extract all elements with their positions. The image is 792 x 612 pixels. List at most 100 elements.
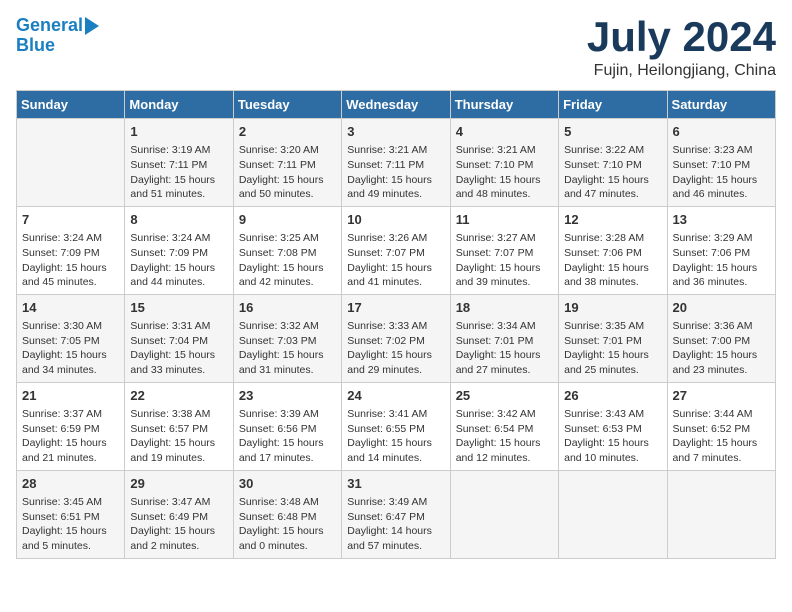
calendar-cell: 11 Sunrise: 3:27 AM Sunset: 7:07 PM Dayli… <box>450 206 558 294</box>
header-cell-tuesday: Tuesday <box>233 91 341 119</box>
calendar-cell: 1Sunrise: 3:19 AM Sunset: 7:11 PM Daylig… <box>125 119 233 207</box>
day-number: 3 <box>347 123 444 141</box>
day-number: 5 <box>564 123 661 141</box>
calendar-cell: 14 Sunrise: 3:30 AM Sunset: 7:05 PM Dayli… <box>17 294 125 382</box>
calendar-cell: 2 Sunrise: 3:20 AM Sunset: 7:11 PM Daylig… <box>233 119 341 207</box>
day-info: Sunrise: 3:27 AM Sunset: 7:07 PM Dayligh… <box>456 231 553 290</box>
calendar-cell: 29 Sunrise: 3:47 AM Sunset: 6:49 PM Dayli… <box>125 470 233 558</box>
day-info: Sunrise: 3:31 AM Sunset: 7:04 PM Dayligh… <box>130 319 227 378</box>
week-row-5: 28 Sunrise: 3:45 AM Sunset: 6:51 PM Dayli… <box>17 470 776 558</box>
day-info: Sunrise: 3:33 AM Sunset: 7:02 PM Dayligh… <box>347 319 444 378</box>
calendar-cell: 3 Sunrise: 3:21 AM Sunset: 7:11 PM Daylig… <box>342 119 450 207</box>
month-title: July 2024 <box>587 16 776 58</box>
day-info: Sunrise: 3:44 AM Sunset: 6:52 PM Dayligh… <box>673 407 770 466</box>
day-info: Sunrise: 3:47 AM Sunset: 6:49 PM Dayligh… <box>130 495 227 554</box>
day-number: 9 <box>239 211 336 229</box>
day-info: Sunrise: 3:37 AM Sunset: 6:59 PM Dayligh… <box>22 407 119 466</box>
day-info: Sunrise: 3:22 AM Sunset: 7:10 PM Dayligh… <box>564 143 661 202</box>
day-info: Sunrise: 3:24 AM Sunset: 7:09 PM Dayligh… <box>130 231 227 290</box>
day-number: 1 <box>130 123 227 141</box>
day-info: Sunrise: 3:23 AM Sunset: 7:10 PM Dayligh… <box>673 143 770 202</box>
day-info: Sunrise: 3:41 AM Sunset: 6:55 PM Dayligh… <box>347 407 444 466</box>
calendar-cell: 19Sunrise: 3:35 AM Sunset: 7:01 PM Dayli… <box>559 294 667 382</box>
day-info: Sunrise: 3:26 AM Sunset: 7:07 PM Dayligh… <box>347 231 444 290</box>
header-row: SundayMondayTuesdayWednesdayThursdayFrid… <box>17 91 776 119</box>
calendar-cell <box>450 470 558 558</box>
calendar-cell: 13 Sunrise: 3:29 AM Sunset: 7:06 PM Dayli… <box>667 206 775 294</box>
calendar-cell: 26Sunrise: 3:43 AM Sunset: 6:53 PM Dayli… <box>559 382 667 470</box>
day-number: 6 <box>673 123 770 141</box>
day-number: 23 <box>239 387 336 405</box>
day-number: 31 <box>347 475 444 493</box>
day-number: 4 <box>456 123 553 141</box>
day-number: 24 <box>347 387 444 405</box>
calendar-cell <box>559 470 667 558</box>
calendar-cell: 16Sunrise: 3:32 AM Sunset: 7:03 PM Dayli… <box>233 294 341 382</box>
day-info: Sunrise: 3:20 AM Sunset: 7:11 PM Dayligh… <box>239 143 336 202</box>
day-info: Sunrise: 3:42 AM Sunset: 6:54 PM Dayligh… <box>456 407 553 466</box>
day-number: 20 <box>673 299 770 317</box>
day-number: 11 <box>456 211 553 229</box>
logo-arrow-icon <box>85 17 99 35</box>
day-info: Sunrise: 3:36 AM Sunset: 7:00 PM Dayligh… <box>673 319 770 378</box>
day-number: 16 <box>239 299 336 317</box>
day-number: 2 <box>239 123 336 141</box>
logo: General Blue <box>16 16 99 56</box>
calendar-cell <box>17 119 125 207</box>
day-info: Sunrise: 3:29 AM Sunset: 7:06 PM Dayligh… <box>673 231 770 290</box>
week-row-1: 1Sunrise: 3:19 AM Sunset: 7:11 PM Daylig… <box>17 119 776 207</box>
header-cell-wednesday: Wednesday <box>342 91 450 119</box>
calendar-cell <box>667 470 775 558</box>
day-info: Sunrise: 3:39 AM Sunset: 6:56 PM Dayligh… <box>239 407 336 466</box>
day-info: Sunrise: 3:30 AM Sunset: 7:05 PM Dayligh… <box>22 319 119 378</box>
calendar-cell: 21 Sunrise: 3:37 AM Sunset: 6:59 PM Dayli… <box>17 382 125 470</box>
day-info: Sunrise: 3:49 AM Sunset: 6:47 PM Dayligh… <box>347 495 444 554</box>
header-cell-friday: Friday <box>559 91 667 119</box>
day-number: 28 <box>22 475 119 493</box>
day-info: Sunrise: 3:24 AM Sunset: 7:09 PM Dayligh… <box>22 231 119 290</box>
day-number: 17 <box>347 299 444 317</box>
day-number: 25 <box>456 387 553 405</box>
title-section: July 2024 Fujin, Heilongjiang, China <box>587 16 776 80</box>
day-number: 13 <box>673 211 770 229</box>
calendar-cell: 27Sunrise: 3:44 AM Sunset: 6:52 PM Dayli… <box>667 382 775 470</box>
header-cell-sunday: Sunday <box>17 91 125 119</box>
calendar-cell: 7 Sunrise: 3:24 AM Sunset: 7:09 PM Daylig… <box>17 206 125 294</box>
day-number: 8 <box>130 211 227 229</box>
header-cell-monday: Monday <box>125 91 233 119</box>
calendar-body: 1Sunrise: 3:19 AM Sunset: 7:11 PM Daylig… <box>17 119 776 559</box>
day-number: 15 <box>130 299 227 317</box>
day-number: 30 <box>239 475 336 493</box>
day-info: Sunrise: 3:28 AM Sunset: 7:06 PM Dayligh… <box>564 231 661 290</box>
header-cell-saturday: Saturday <box>667 91 775 119</box>
calendar-cell: 8 Sunrise: 3:24 AM Sunset: 7:09 PM Daylig… <box>125 206 233 294</box>
calendar-cell: 23 Sunrise: 3:39 AM Sunset: 6:56 PM Dayli… <box>233 382 341 470</box>
day-info: Sunrise: 3:21 AM Sunset: 7:11 PM Dayligh… <box>347 143 444 202</box>
day-number: 18 <box>456 299 553 317</box>
calendar-cell: 4 Sunrise: 3:21 AM Sunset: 7:10 PM Daylig… <box>450 119 558 207</box>
day-number: 7 <box>22 211 119 229</box>
calendar-cell: 15 Sunrise: 3:31 AM Sunset: 7:04 PM Dayli… <box>125 294 233 382</box>
day-info: Sunrise: 3:45 AM Sunset: 6:51 PM Dayligh… <box>22 495 119 554</box>
calendar-cell: 17 Sunrise: 3:33 AM Sunset: 7:02 PM Dayli… <box>342 294 450 382</box>
day-number: 12 <box>564 211 661 229</box>
calendar-cell: 18 Sunrise: 3:34 AM Sunset: 7:01 PM Dayli… <box>450 294 558 382</box>
day-info: Sunrise: 3:35 AM Sunset: 7:01 PM Dayligh… <box>564 319 661 378</box>
day-info: Sunrise: 3:34 AM Sunset: 7:01 PM Dayligh… <box>456 319 553 378</box>
day-info: Sunrise: 3:48 AM Sunset: 6:48 PM Dayligh… <box>239 495 336 554</box>
calendar-cell: 30 Sunrise: 3:48 AM Sunset: 6:48 PM Dayli… <box>233 470 341 558</box>
logo-text: General <box>16 16 83 36</box>
day-number: 29 <box>130 475 227 493</box>
day-number: 10 <box>347 211 444 229</box>
day-number: 14 <box>22 299 119 317</box>
calendar-table: SundayMondayTuesdayWednesdayThursdayFrid… <box>16 90 776 559</box>
calendar-cell: 28 Sunrise: 3:45 AM Sunset: 6:51 PM Dayli… <box>17 470 125 558</box>
calendar-cell: 12 Sunrise: 3:28 AM Sunset: 7:06 PM Dayli… <box>559 206 667 294</box>
calendar-cell: 6 Sunrise: 3:23 AM Sunset: 7:10 PM Daylig… <box>667 119 775 207</box>
day-info: Sunrise: 3:21 AM Sunset: 7:10 PM Dayligh… <box>456 143 553 202</box>
day-number: 26 <box>564 387 661 405</box>
day-number: 21 <box>22 387 119 405</box>
week-row-3: 14 Sunrise: 3:30 AM Sunset: 7:05 PM Dayli… <box>17 294 776 382</box>
day-info: Sunrise: 3:25 AM Sunset: 7:08 PM Dayligh… <box>239 231 336 290</box>
logo-blue-text: Blue <box>16 36 55 56</box>
